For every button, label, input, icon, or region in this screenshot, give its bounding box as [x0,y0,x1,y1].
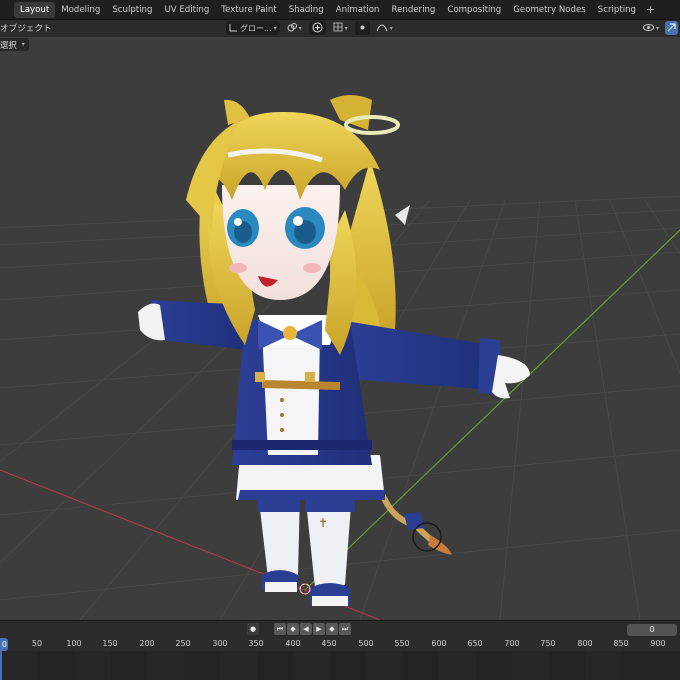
transform-orientation-dropdown[interactable]: グロー... ▾ [226,21,280,35]
tick-label: 200 [139,639,155,648]
tick-label: 50 [31,639,43,648]
tick-label: 350 [248,639,264,648]
orientation-icon [229,23,238,34]
timeline[interactable]: 0 50 100 150 200 250 300 350 400 450 500… [0,638,680,680]
tick-label: 750 [540,639,556,648]
falloff-dropdown[interactable]: ▾ [374,21,396,35]
tick-label: 800 [577,639,593,648]
jump-end-icon[interactable]: ⏭ [339,623,351,635]
snap-icon [312,22,323,35]
timeline-band [512,651,549,680]
chevron-down-icon: ▾ [655,24,659,32]
chevron-down-icon: ▾ [21,41,25,48]
record-icon[interactable]: ● [247,623,259,635]
tab-rendering[interactable]: Rendering [386,2,442,18]
tick-label: 650 [467,639,483,648]
tick-label: 450 [321,639,337,648]
tick-label: 550 [394,639,410,648]
playhead-line [0,651,2,680]
tab-modeling[interactable]: Modeling [55,2,106,18]
prev-keyframe-icon[interactable]: ◆ [287,623,299,635]
select-mode-dropdown[interactable]: 選択 ▾ [0,38,29,51]
tick-label: 150 [102,639,118,648]
select-mode-label: 選択 [0,39,17,50]
tab-uv-editing[interactable]: UV Editing [158,2,215,18]
pivot-dropdown[interactable]: ▾ [284,21,305,35]
chevron-down-icon: ▾ [344,24,348,32]
tick-label: 850 [613,639,629,648]
frame-ruler[interactable]: 0 50 100 150 200 250 300 350 400 450 500… [0,638,680,651]
snap-toggle[interactable] [308,21,326,35]
gizmo-icon [667,23,676,34]
viewport-header: オブジェクト グロー... ▾ ▾ ▾ ▾ ▾ [0,20,680,37]
timeline-header: ● ⏮ ◆ ◀ ▶ ◆ ⏭ 0 [0,620,680,638]
tab-scripting[interactable]: Scripting [592,2,642,18]
timeline-band [74,651,111,680]
object-menu[interactable]: オブジェクト [0,22,52,34]
tab-layout[interactable]: Layout [14,1,56,18]
3d-viewport[interactable]: ✝ [0,37,680,620]
proportional-edit-icon [358,23,367,34]
tick-label: 400 [285,639,301,648]
current-frame-field[interactable]: 0 [627,624,677,636]
timeline-band [147,651,184,680]
tick-label: 300 [212,639,228,648]
header-right-tools: ▾ [640,21,678,35]
svg-text:✝: ✝ [318,516,328,530]
grid-snap-icon [333,22,343,34]
pivot-icon [287,22,297,34]
current-frame-marker[interactable]: 0 [0,638,8,651]
timeline-band [439,651,476,680]
orientation-label: グロー... [240,23,272,33]
tab-shading[interactable]: Shading [283,2,330,18]
viewport-scene: ✝ [0,95,680,620]
chevron-down-icon: ▾ [389,24,393,32]
timeline-band [220,651,257,680]
tab-compositing[interactable]: Compositing [441,2,507,18]
tick-label: 700 [504,639,520,648]
jump-start-icon[interactable]: ⏮ [274,623,286,635]
tab-sculpting[interactable]: Sculpting [106,2,158,18]
tick-label: 600 [431,639,447,648]
add-workspace-icon[interactable]: + [642,3,659,16]
character-model: ✝ [138,95,530,606]
timeline-band [293,651,330,680]
timeline-band [585,651,622,680]
visibility-dropdown[interactable]: ▾ [640,21,662,35]
timeline-band [366,651,403,680]
tick-label: 500 [358,639,374,648]
workspace-bar: Layout Modeling Sculpting UV Editing Tex… [0,0,680,20]
falloff-icon [376,23,388,34]
rewind-icon[interactable]: ◀ [300,623,312,635]
tab-geometry-nodes[interactable]: Geometry Nodes [507,2,592,18]
play-icon[interactable]: ▶ [313,623,325,635]
tab-texture-paint[interactable]: Texture Paint [215,2,282,18]
next-keyframe-icon[interactable]: ◆ [326,623,338,635]
eye-icon [642,23,654,34]
playback-controls: ● ⏮ ◆ ◀ ▶ ◆ ⏭ [247,623,351,635]
snap-target-dropdown[interactable]: ▾ [330,21,351,35]
proportional-edit-toggle[interactable] [354,21,370,35]
timeline-band [0,651,37,680]
tick-label: 250 [175,639,191,648]
tick-label: 900 [650,639,666,648]
chevron-down-icon: ▾ [273,24,277,32]
header-center-tools: グロー... ▾ ▾ ▾ ▾ [226,21,396,35]
chevron-down-icon: ▾ [298,24,302,32]
gizmo-toggle[interactable] [665,21,678,35]
tick-label: 100 [66,639,82,648]
tab-animation[interactable]: Animation [330,2,386,18]
